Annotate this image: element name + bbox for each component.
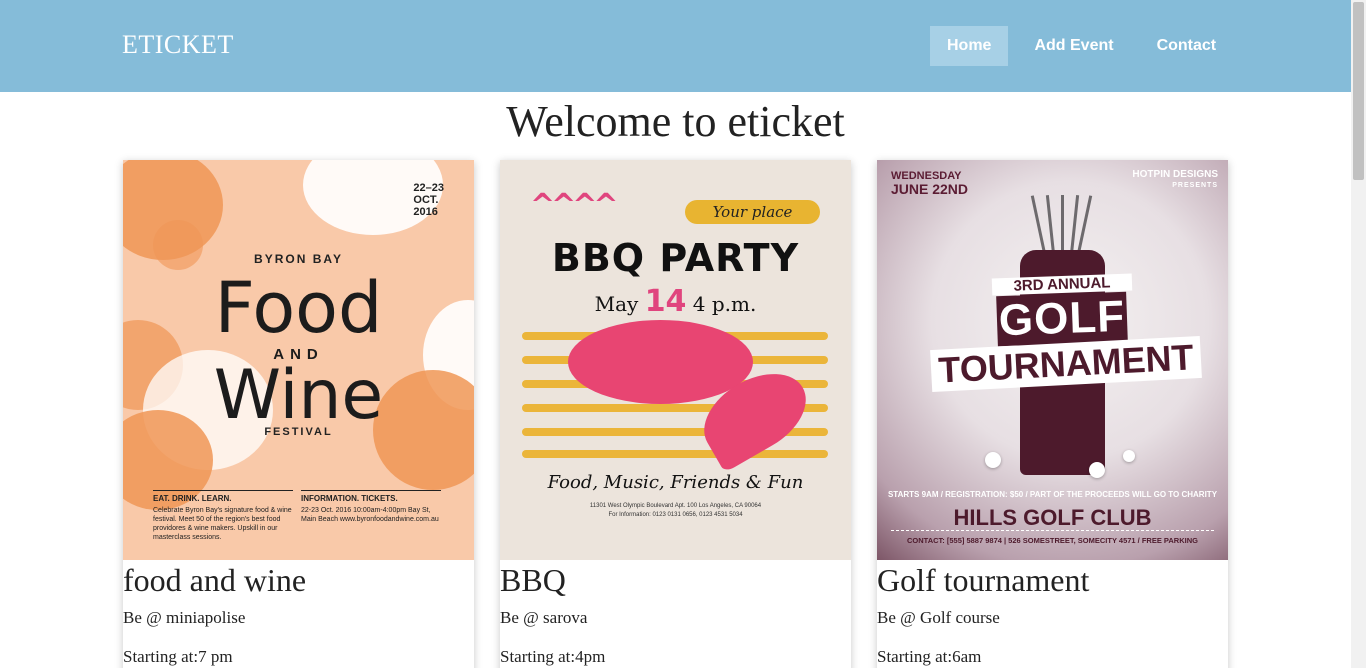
event-card-golf-tournament[interactable]: WEDNESDAY JUNE 22ND HOTPIN DESIGNS PRESE…	[877, 160, 1228, 668]
poster-time: 4 p.m.	[692, 292, 757, 316]
scrollbar-thumb[interactable]	[1353, 2, 1364, 180]
event-card-food-and-wine[interactable]: 22–23 OCT. 2016 BYRON BAY Food AND Wine …	[123, 160, 474, 668]
poster-col1-text: Celebrate Byron Bay's signature food & w…	[153, 507, 292, 541]
event-start-time: Starting at:4pm	[500, 647, 606, 666]
nav-add-event[interactable]: Add Event	[1017, 26, 1130, 66]
poster-address: 11301 West Olympic Boulevard Apt. 100 Lo…	[589, 503, 762, 518]
poster-details: STARTS 9AM / REGISTRATION: $50 / PART OF…	[887, 490, 1218, 499]
event-venue: Be @ sarova	[500, 608, 588, 627]
poster-top-text: BYRON BAY	[254, 252, 343, 266]
poster-tournament: TOURNAMENT	[930, 335, 1202, 393]
poster-club-name: HILLS GOLF CLUB	[953, 505, 1152, 530]
event-name[interactable]: food and wine	[123, 560, 474, 600]
event-poster[interactable]: 22–23 OCT. 2016 BYRON BAY Food AND Wine …	[123, 160, 474, 560]
event-name[interactable]: BBQ	[500, 560, 851, 600]
poster-date: May 14 4 p.m.	[500, 284, 851, 319]
event-start-time: Starting at:7 pm	[123, 647, 233, 666]
main-nav: Home Add Event Contact	[930, 26, 1242, 66]
poster-festival: FESTIVAL	[264, 426, 333, 438]
poster-day: 14	[644, 284, 687, 319]
poster-headline: BBQ PARTY	[551, 236, 800, 280]
poster-divider	[891, 530, 1214, 531]
scribble-decoration: ^^^^	[530, 188, 619, 223]
brand-logo[interactable]: ETICKET	[122, 30, 234, 60]
poster-col2-text: 22-23 Oct. 2016 10:00am-4:00pm Bay St, M…	[301, 507, 439, 523]
poster-col2-head: INFORMATION. TICKETS.	[301, 494, 398, 503]
event-poster[interactable]: WEDNESDAY JUNE 22ND HOTPIN DESIGNS PRESE…	[877, 160, 1228, 560]
nav-contact[interactable]: Contact	[1140, 26, 1234, 66]
poster-designer: HOTPIN DESIGNS PRESENTS	[1132, 170, 1218, 191]
event-venue: Be @ miniapolise	[123, 608, 246, 627]
golf-clubs-illustration	[1027, 185, 1097, 255]
poster-line-food: Food	[214, 267, 383, 349]
poster-date: JUNE 22ND	[891, 181, 969, 197]
page-title: Welcome to eticket	[506, 97, 845, 146]
event-card-bbq[interactable]: ^^^^ Your place BBQ PARTY May 14 4 p.m. …	[500, 160, 851, 668]
poster-designer-name: HOTPIN DESIGNS	[1132, 169, 1218, 180]
poster-month: May	[594, 292, 639, 316]
nav-home[interactable]: Home	[930, 26, 1009, 66]
poster-place: Your place	[685, 200, 820, 224]
event-poster[interactable]: ^^^^ Your place BBQ PARTY May 14 4 p.m. …	[500, 160, 851, 560]
event-start-time: Starting at:6am	[877, 647, 982, 666]
poster-presents: PRESENTS	[1172, 182, 1218, 189]
poster-contact: CONTACT: [555] 5887 9874 | 526 SOMESTREE…	[907, 536, 1198, 545]
poster-day: WEDNESDAY JUNE 22ND	[891, 170, 968, 196]
poster-tagline: Food, Music, Friends & Fun	[547, 472, 804, 493]
poster-line-wine: Wine	[213, 356, 384, 435]
top-navbar: ETICKET Home Add Event Contact	[0, 0, 1351, 92]
event-venue: Be @ Golf course	[877, 608, 1000, 627]
page-scrollbar[interactable]	[1351, 0, 1366, 668]
event-name[interactable]: Golf tournament	[877, 560, 1228, 600]
poster-golf: GOLF	[996, 291, 1128, 347]
poster-date: 22–23 OCT. 2016	[413, 182, 444, 218]
poster-col1-head: EAT. DRINK. LEARN.	[153, 494, 232, 503]
